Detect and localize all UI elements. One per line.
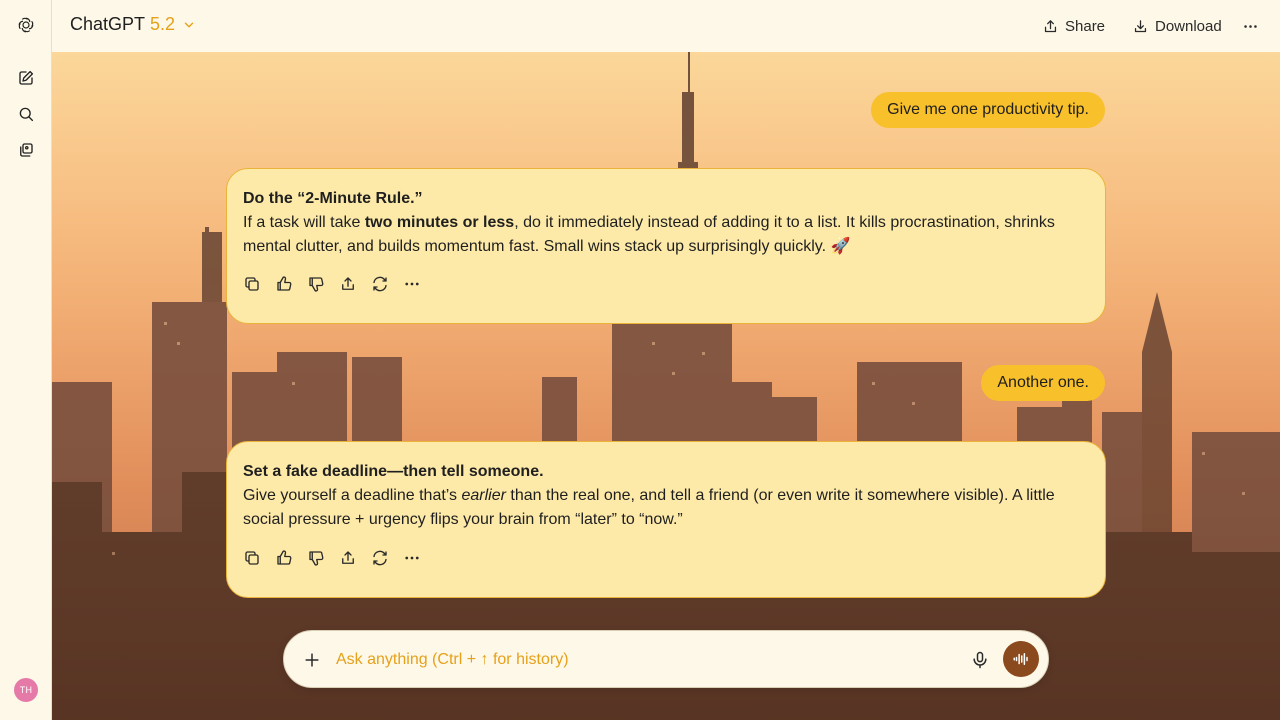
chevron-down-icon xyxy=(184,22,194,27)
thumbs-down-icon[interactable] xyxy=(307,275,325,293)
sidebar: TH xyxy=(0,0,52,720)
assistant-message: Set a fake deadline—then tell someone. G… xyxy=(226,441,1106,598)
body-text: Give yourself a deadline that’s xyxy=(243,487,462,504)
library-icon[interactable] xyxy=(13,137,39,163)
share-label: Share xyxy=(1065,17,1106,35)
composer xyxy=(283,630,1049,688)
more-options-button[interactable] xyxy=(1242,14,1259,38)
search-icon[interactable] xyxy=(13,101,39,127)
user-message: Give me one productivity tip. xyxy=(871,92,1105,128)
copy-icon[interactable] xyxy=(243,275,261,293)
voice-mode-button[interactable] xyxy=(1003,641,1039,677)
message-actions xyxy=(243,549,421,567)
assistant-message-title: Do the “2-Minute Rule.” xyxy=(243,190,423,207)
share-icon xyxy=(1044,19,1057,32)
share-button[interactable]: Share xyxy=(1042,14,1105,38)
ellipsis-icon[interactable] xyxy=(403,275,421,293)
model-selector[interactable]: ChatGPT 5.2 xyxy=(70,14,196,35)
regenerate-icon[interactable] xyxy=(371,275,389,293)
prompt-input[interactable] xyxy=(336,648,956,672)
download-button[interactable]: Download xyxy=(1132,14,1222,38)
plus-icon[interactable] xyxy=(302,650,322,670)
model-name: ChatGPT xyxy=(70,14,146,34)
model-version: 5.2 xyxy=(150,14,176,34)
body-italic-text: earlier xyxy=(461,487,506,504)
user-message-text: Give me one productivity tip. xyxy=(887,101,1089,118)
body-text: If a task will take xyxy=(243,214,365,231)
assistant-message: Do the “2-Minute Rule.” If a task will t… xyxy=(226,168,1106,324)
assistant-message-body: Give yourself a deadline that’s earlier … xyxy=(243,484,1089,532)
assistant-message-body: If a task will take two minutes or less,… xyxy=(243,211,1089,259)
user-message-text: Another one. xyxy=(997,374,1089,391)
download-icon xyxy=(1134,19,1147,32)
user-message: Another one. xyxy=(981,365,1105,401)
waveform-icon xyxy=(1013,653,1028,665)
ellipsis-icon xyxy=(1244,24,1257,28)
share-icon[interactable] xyxy=(339,275,357,293)
chatgpt-logo-icon[interactable] xyxy=(13,12,39,38)
copy-icon[interactable] xyxy=(243,549,261,567)
assistant-message-title: Set a fake deadline—then tell someone. xyxy=(243,463,544,480)
avatar[interactable]: TH xyxy=(14,678,38,702)
avatar-initials: TH xyxy=(19,685,33,695)
new-chat-icon[interactable] xyxy=(13,65,39,91)
top-header: ChatGPT 5.2 Share Download xyxy=(52,0,1280,52)
thumbs-up-icon[interactable] xyxy=(275,275,293,293)
thumbs-down-icon[interactable] xyxy=(307,549,325,567)
ellipsis-icon[interactable] xyxy=(403,549,421,567)
thumbs-up-icon[interactable] xyxy=(275,549,293,567)
regenerate-icon[interactable] xyxy=(371,549,389,567)
share-icon[interactable] xyxy=(339,549,357,567)
microphone-icon[interactable] xyxy=(970,650,990,670)
download-label: Download xyxy=(1155,17,1222,35)
body-bold-text: two minutes or less xyxy=(364,214,515,231)
message-actions xyxy=(243,275,421,293)
